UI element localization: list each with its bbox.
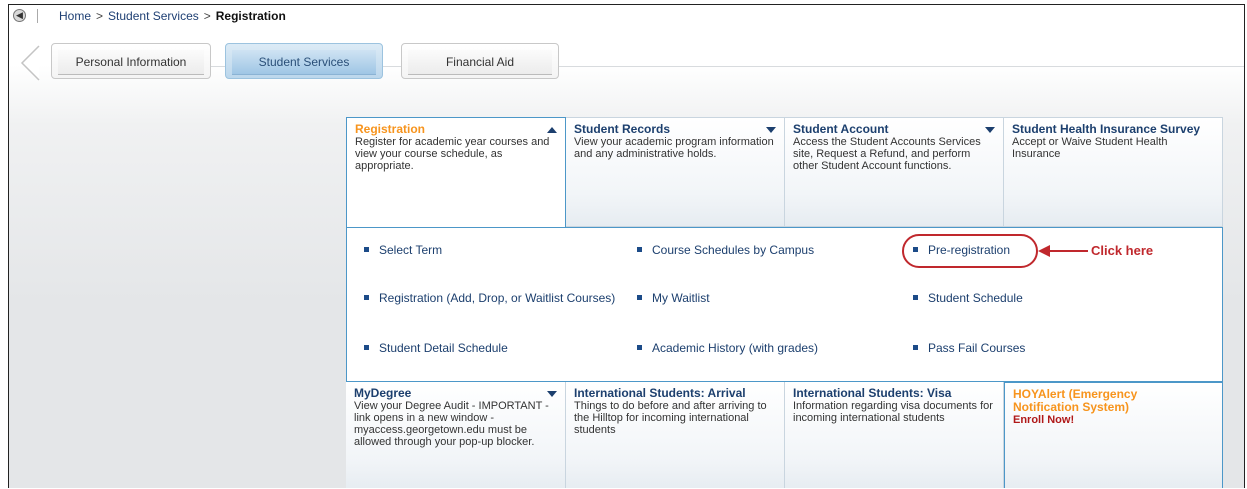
bullet-icon — [637, 345, 642, 350]
bullet-icon — [913, 345, 918, 350]
tab-financial-aid[interactable]: Financial Aid — [401, 43, 559, 79]
callout-text: Click here — [1091, 243, 1154, 258]
scroll-left-icon[interactable] — [19, 45, 41, 81]
panel-hoyalert[interactable]: HOYAlert (Emergency Notification System)… — [1004, 382, 1223, 488]
tab-label: Student Services — [232, 50, 376, 75]
breadcrumb-sep: > — [96, 9, 104, 23]
panel-title[interactable]: Registration — [355, 123, 557, 136]
link-course-schedules-by-campus[interactable]: Course Schedules by Campus — [637, 243, 814, 257]
tab-label: Personal Information — [58, 50, 204, 75]
app-frame: ◀ Home > Student Services > Registration Per… — [8, 4, 1245, 488]
callout-highlight-oval — [902, 234, 1038, 268]
link-label: Pass Fail Courses — [928, 341, 1026, 355]
link-label: Student Schedule — [928, 291, 1023, 305]
bullet-icon — [637, 247, 642, 252]
back-arrow-icon[interactable]: ◀ — [13, 9, 26, 22]
panel-student-account[interactable]: Student Account Access the Student Accou… — [785, 117, 1004, 227]
expand-arrow-icon[interactable] — [766, 127, 776, 133]
link-label: Course Schedules by Campus — [652, 243, 815, 257]
breadcrumb-student-services[interactable]: Student Services — [108, 9, 199, 23]
link-select-term[interactable]: Select Term — [364, 243, 442, 257]
breadcrumb-separator-line — [37, 9, 38, 23]
panel-description: Access the Student Accounts Services sit… — [793, 136, 981, 172]
panel-student-records[interactable]: Student Records View your academic progr… — [566, 117, 785, 227]
panel-description: View your Degree Audit - IMPORTANT - lin… — [354, 400, 549, 448]
link-label: Select Term — [379, 243, 443, 257]
link-student-schedule[interactable]: Student Schedule — [913, 291, 1023, 305]
panel-description: Things to do before and after arriving t… — [574, 400, 767, 436]
link-registration-add-drop[interactable]: Registration (Add, Drop, or Waitlist Cou… — [364, 291, 629, 305]
link-academic-history[interactable]: Academic History (with grades) — [637, 341, 818, 355]
tab-personal-information[interactable]: Personal Information — [51, 43, 211, 79]
bullet-icon — [913, 295, 918, 300]
panel-description: Register for academic year courses and v… — [355, 136, 550, 172]
panel-title[interactable]: HOYAlert (Emergency Notification System) — [1013, 388, 1183, 414]
panel-international-visa[interactable]: International Students: Visa Information… — [785, 382, 1004, 488]
link-label: Registration (Add, Drop, or Waitlist Cou… — [379, 291, 616, 305]
expand-arrow-icon[interactable] — [985, 127, 995, 133]
link-student-detail-schedule[interactable]: Student Detail Schedule — [364, 341, 508, 355]
breadcrumb-sep: > — [203, 9, 211, 23]
breadcrumb-current: Registration — [215, 9, 286, 23]
panel-description: Accept or Waive Student Health Insurance — [1012, 136, 1168, 160]
breadcrumb-home[interactable]: Home — [59, 9, 91, 23]
expand-arrow-icon[interactable] — [547, 391, 557, 397]
panel-international-arrival[interactable]: International Students: Arrival Things t… — [566, 382, 785, 488]
breadcrumb: Home > Student Services > Registration — [59, 9, 286, 23]
link-label: Academic History (with grades) — [652, 341, 819, 355]
link-label: Student Detail Schedule — [379, 341, 508, 355]
panel-registration[interactable]: Registration Register for academic year … — [346, 117, 566, 228]
bullet-icon — [364, 345, 369, 350]
bullet-icon — [637, 295, 642, 300]
link-label: My Waitlist — [652, 291, 710, 305]
enroll-now-link[interactable]: Enroll Now! — [1013, 414, 1214, 426]
tab-student-services[interactable]: Student Services — [225, 43, 383, 79]
collapse-arrow-icon[interactable] — [547, 127, 557, 133]
panel-title[interactable]: Student Health Insurance Survey — [1012, 123, 1202, 136]
panel-title[interactable]: International Students: Arrival — [574, 387, 749, 400]
panel-title[interactable]: MyDegree — [354, 387, 557, 400]
panel-mydegree[interactable]: MyDegree View your Degree Audit - IMPORT… — [346, 382, 566, 488]
bullet-icon — [364, 247, 369, 252]
panel-description: View your academic program information a… — [574, 136, 774, 160]
panel-title[interactable]: Student Records — [574, 123, 776, 136]
bullet-icon — [364, 295, 369, 300]
link-my-waitlist[interactable]: My Waitlist — [637, 291, 710, 305]
link-pass-fail-courses[interactable]: Pass Fail Courses — [913, 341, 1025, 355]
panel-title[interactable]: International Students: Visa — [793, 387, 995, 400]
panel-description: Information regarding visa documents for… — [793, 400, 993, 424]
panel-student-health-insurance[interactable]: Student Health Insurance Survey Accept o… — [1004, 117, 1223, 227]
panel-title[interactable]: Student Account — [793, 123, 995, 136]
tab-label: Financial Aid — [408, 50, 552, 75]
